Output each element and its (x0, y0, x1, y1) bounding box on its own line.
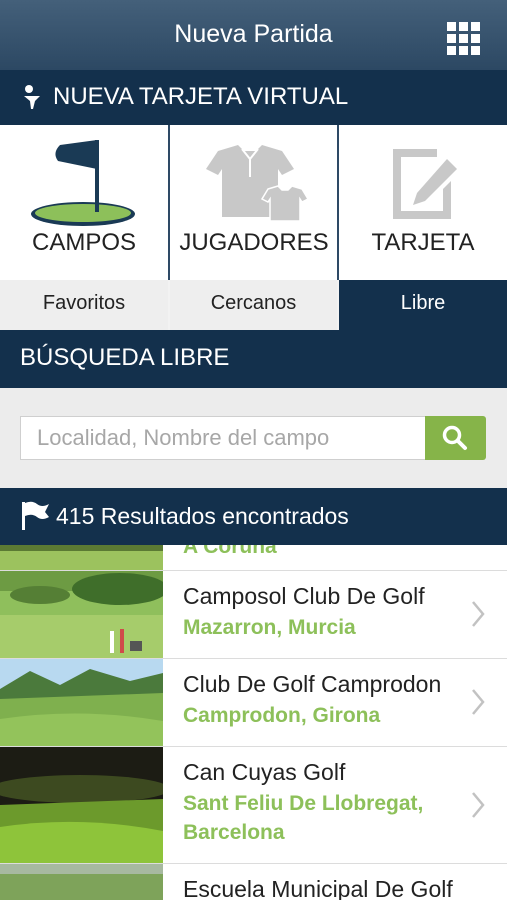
tab-libre[interactable]: Libre (339, 280, 507, 330)
page-title: Nueva Partida (174, 20, 333, 48)
chevron-right-icon (472, 601, 485, 627)
chevron-right-icon (472, 689, 485, 715)
list-item[interactable]: A Coruña (0, 545, 507, 571)
course-thumbnail (0, 747, 163, 863)
course-name: Camposol Club De Golf (183, 583, 425, 609)
polo-shirts-icon (206, 145, 310, 222)
golf-tee-icon (24, 85, 40, 109)
course-thumbnail (0, 864, 163, 900)
card-jugadores-label: JUGADORES (179, 229, 329, 256)
new-card-bar: NUEVA TARJETA VIRTUAL (0, 70, 507, 125)
search-area (0, 388, 507, 488)
flag-icon (22, 501, 49, 530)
course-thumbnail (0, 545, 163, 570)
course-location: A Coruña (183, 545, 277, 558)
grid-icon[interactable] (447, 22, 481, 56)
results-list: A Coruña Camposol Club De Golf Mazarron,… (0, 545, 507, 900)
search-button[interactable] (425, 416, 486, 460)
new-card-label: NUEVA TARJETA VIRTUAL (53, 83, 349, 110)
mode-cards: CAMPOS JUGADORES TARJETA (0, 125, 507, 280)
course-name: Can Cuyas Golf (183, 759, 346, 785)
tab-cercanos[interactable]: Cercanos (170, 280, 337, 330)
list-item[interactable]: Escuela Municipal De Golf (0, 864, 507, 900)
list-item[interactable]: Can Cuyas Golf Sant Feliu De Llobregat, … (0, 747, 507, 864)
chevron-right-icon (472, 792, 485, 818)
course-location: Camprodon, Girona (183, 704, 381, 727)
card-jugadores[interactable]: JUGADORES (170, 125, 338, 280)
scorecard-edit-icon (393, 149, 457, 219)
app-header: Nueva Partida (0, 0, 507, 70)
course-location: Sant Feliu De Llobregat, Barcelona (183, 792, 424, 844)
list-item[interactable]: Club De Golf Camprodon Camprodon, Girona (0, 659, 507, 747)
card-tarjeta-label: TARJETA (371, 229, 475, 256)
tab-favoritos[interactable]: Favoritos (0, 280, 168, 330)
search-icon (442, 425, 467, 450)
search-section-header: BÚSQUEDA LIBRE (0, 330, 507, 388)
list-item[interactable]: Camposol Club De Golf Mazarron, Murcia (0, 571, 507, 659)
course-thumbnail (0, 659, 163, 746)
course-thumbnail (0, 571, 163, 658)
search-section-title: BÚSQUEDA LIBRE (20, 344, 230, 371)
card-divider (337, 125, 339, 280)
card-tarjeta[interactable]: TARJETA (339, 125, 507, 280)
tab-bar: Favoritos Cercanos Libre (0, 280, 507, 330)
card-divider (168, 125, 170, 280)
course-name: Escuela Municipal De Golf (183, 876, 453, 900)
card-campos-label: CAMPOS (31, 229, 136, 256)
results-header: 415 Resultados encontrados (0, 488, 507, 545)
results-count: 415 Resultados encontrados (56, 503, 349, 529)
card-campos[interactable]: CAMPOS (0, 125, 168, 280)
golf-flag-icon (31, 140, 135, 226)
search-input[interactable] (20, 416, 425, 460)
course-name: Club De Golf Camprodon (183, 671, 442, 697)
course-location: Mazarron, Murcia (183, 616, 356, 639)
